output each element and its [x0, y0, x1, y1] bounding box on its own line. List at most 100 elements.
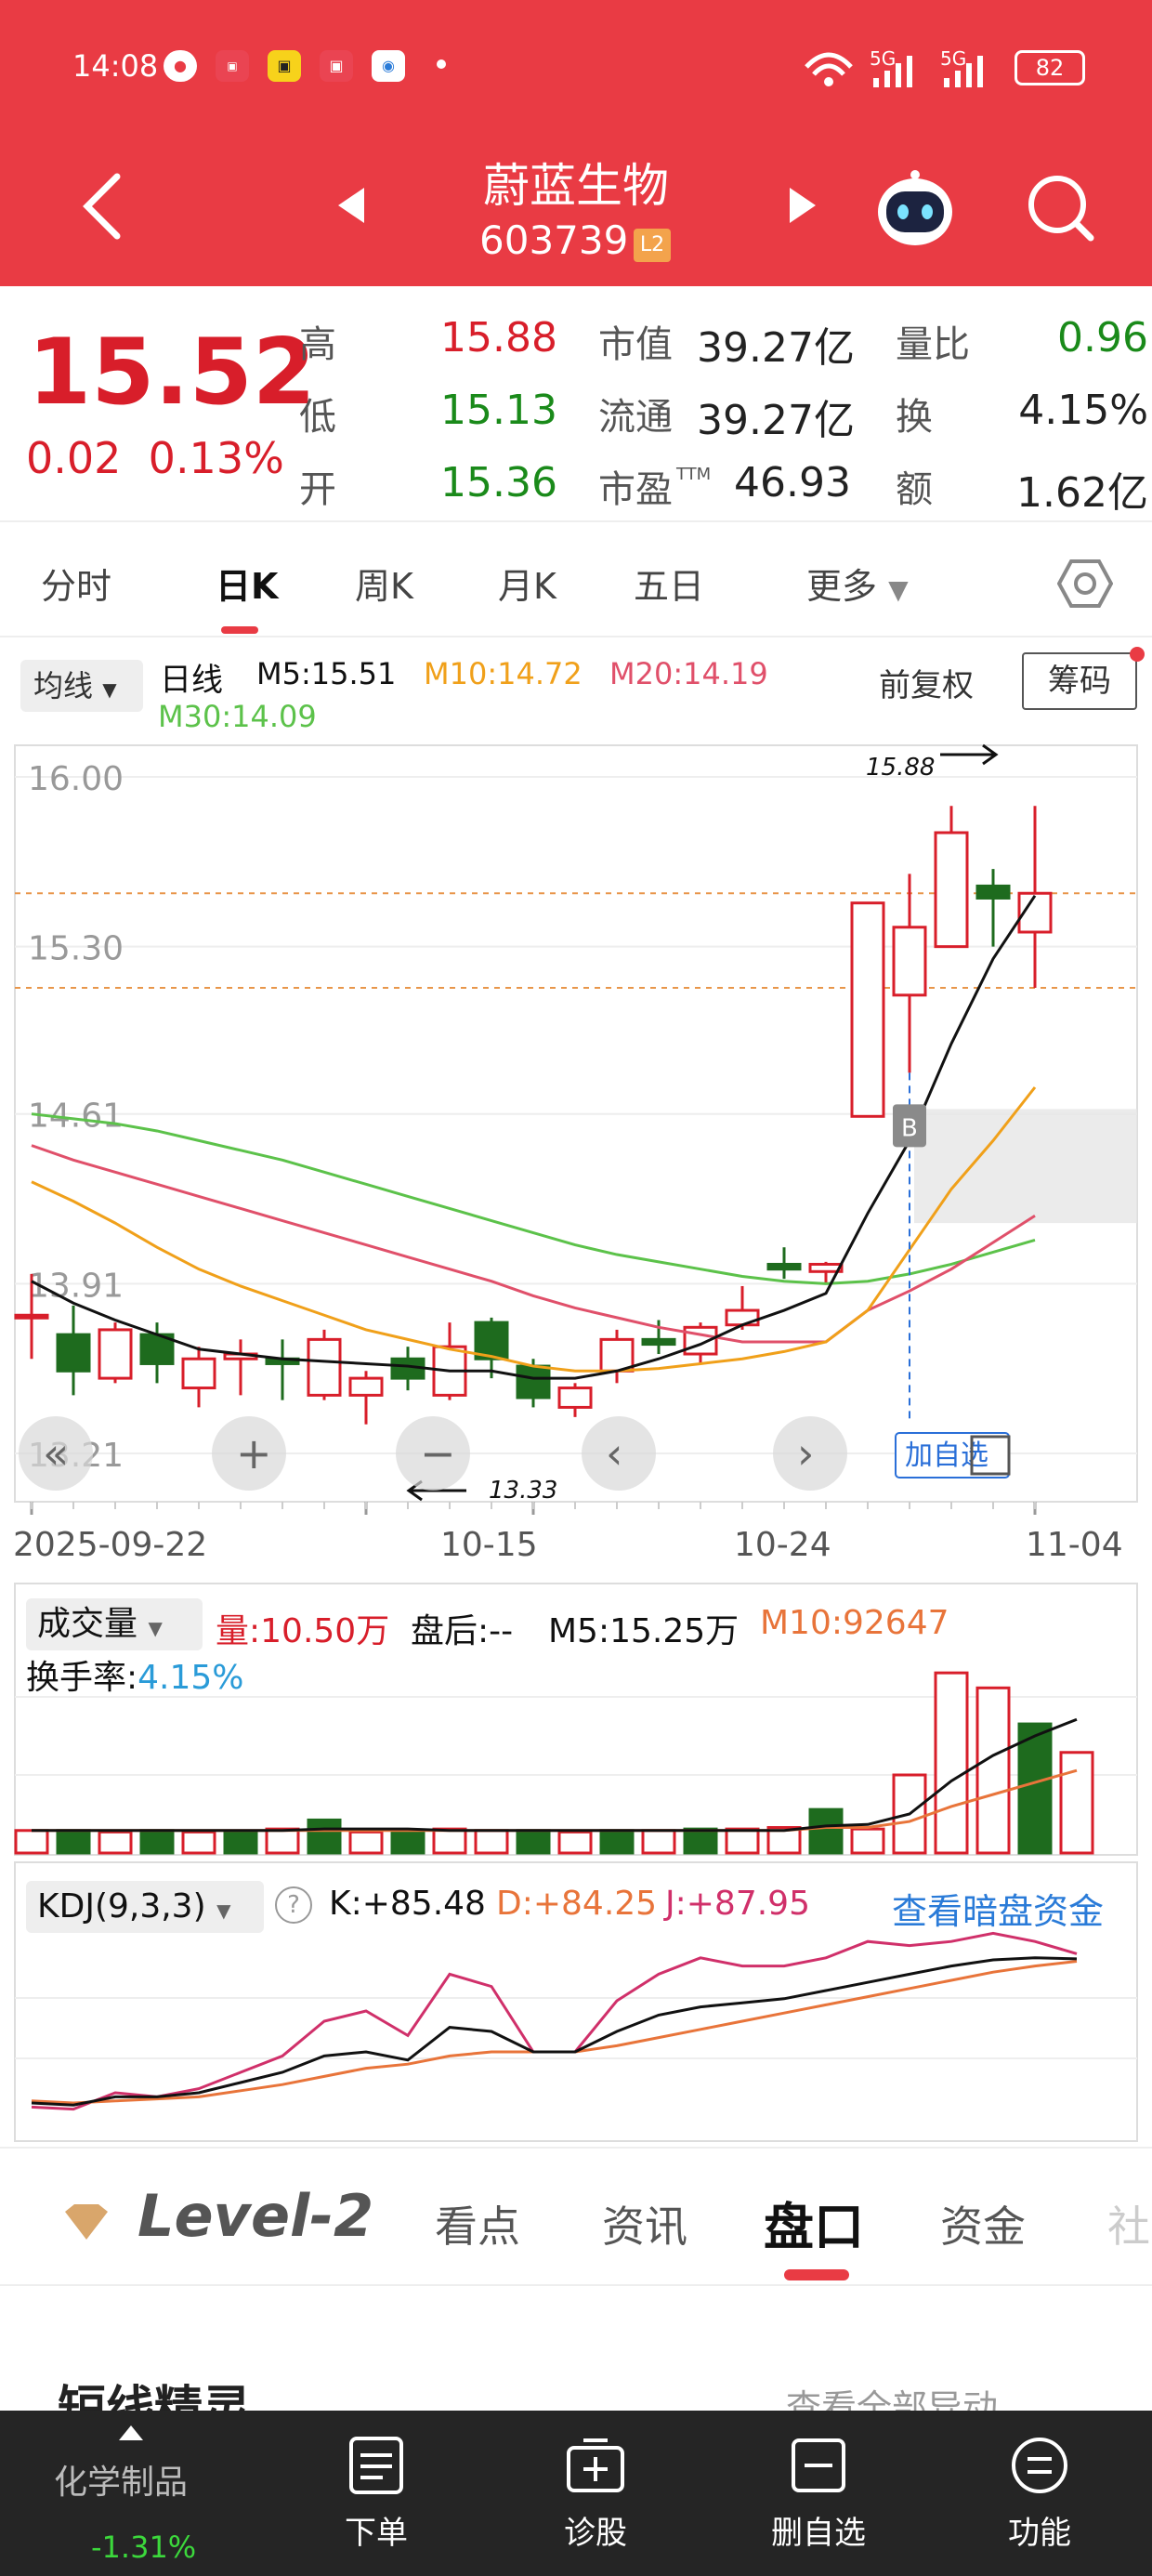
tab-highlights[interactable]: 看点 [435, 2193, 520, 2254]
tab-weekly-k[interactable]: 周K [355, 558, 413, 609]
volume-chart[interactable] [0, 1580, 1152, 1859]
volume-bar [307, 1818, 342, 1855]
volume-ratio-value: 0.96 [1057, 314, 1148, 361]
tab-five-day[interactable]: 五日 [634, 558, 704, 609]
float-value: 39.27亿 [697, 397, 855, 444]
volume-frame [14, 1583, 1138, 1856]
candle [850, 901, 885, 1118]
tab-funds[interactable]: 资金 [940, 2193, 1026, 2254]
volume-bar [432, 1827, 467, 1855]
kdj-chart[interactable] [0, 1859, 1152, 2147]
volume-bar [808, 1807, 844, 1855]
remove-watchlist-button[interactable]: 删自选 [744, 2507, 893, 2553]
y-tick-label: 16.00 [28, 760, 124, 798]
volume-bar [850, 1827, 885, 1855]
ma20-value: M20:14.19 [609, 656, 768, 691]
high-label: 高 [299, 323, 336, 366]
zoom-in-icon[interactable]: + [236, 1428, 272, 1479]
pe-value: 46.93 [734, 459, 851, 506]
float-label: 流通 [598, 396, 673, 439]
volume-ratio-label: 量比 [896, 323, 970, 366]
open-value: 15.36 [440, 459, 557, 506]
x-tick-label: 11-04 [1026, 1526, 1123, 1564]
adjust-selector[interactable]: 前复权 [879, 660, 974, 705]
ma30-value: M30:14.09 [158, 699, 317, 734]
candle [348, 1376, 384, 1397]
search-icon[interactable] [1024, 171, 1098, 245]
diagnose-icon[interactable] [565, 2435, 626, 2496]
remove-watchlist-icon[interactable] [788, 2435, 849, 2496]
change-value: 0.02 [26, 433, 122, 483]
change-percent: 0.13% [148, 433, 284, 483]
candle [14, 1313, 49, 1320]
diagnose-button[interactable]: 诊股 [521, 2507, 670, 2553]
l2-badge: L2 [634, 229, 671, 262]
tab-intraday[interactable]: 分时 [41, 558, 111, 609]
level2-label: Level-2 [137, 2182, 374, 2250]
wechat-icon: ● [164, 50, 197, 82]
tmall-icon: ▣ [320, 50, 353, 82]
chip-button[interactable]: 筹码 [1022, 652, 1137, 710]
section-link[interactable]: 查看全部异动 [786, 2379, 998, 2411]
robot-assistant-icon[interactable] [873, 167, 957, 251]
order-icon[interactable] [346, 2435, 407, 2496]
amount-label: 额 [896, 468, 933, 511]
volume-bar [1017, 1722, 1053, 1855]
stock-name: 蔚蓝生物 [483, 159, 669, 213]
volume-bar [934, 1671, 969, 1855]
ma-selector[interactable]: 均线 ▼ [20, 660, 143, 712]
candle [975, 884, 1011, 900]
zoom-out-icon[interactable]: − [420, 1428, 456, 1479]
current-price: 15.52 [28, 320, 316, 426]
scroll-left-icon[interactable]: ‹ [606, 1428, 622, 1479]
volume-bar [181, 1830, 216, 1855]
volume-bar [98, 1830, 133, 1855]
function-icon[interactable] [1009, 2435, 1070, 2496]
x-tick-label: 10-15 [440, 1526, 538, 1564]
map-icon: ◉ [372, 50, 405, 82]
y-tick-label: 15.30 [28, 930, 124, 968]
tab-more[interactable]: 更多 ▼ [806, 558, 909, 609]
ma20-line [31, 1144, 1036, 1344]
mktcap-value: 39.27亿 [697, 324, 855, 372]
chevron-down-icon: ▼ [102, 678, 117, 701]
active-tab-indicator [784, 2269, 849, 2280]
tab-news[interactable]: 资讯 [602, 2193, 687, 2254]
volume-bar [599, 1829, 635, 1855]
sector-name[interactable]: 化学制品 [54, 2455, 188, 2504]
volume-bar [223, 1830, 258, 1855]
amount-value: 1.62亿 [1016, 469, 1148, 517]
volume-bar [1059, 1751, 1094, 1855]
price-change: 0.02 0.13% [26, 433, 284, 483]
zoom-reset-icon[interactable]: « [43, 1428, 69, 1479]
scroll-right-icon[interactable]: › [797, 1428, 814, 1479]
volume-bar [474, 1829, 509, 1855]
kline-chart[interactable]: 16.0015.3014.6113.9113.21B15.8813.33«+−‹… [0, 734, 1152, 1571]
highlight-zone [914, 1109, 1137, 1224]
ma5-value: M5:15.51 [256, 656, 397, 691]
settings-icon[interactable] [1057, 556, 1113, 611]
tab-community[interactable]: 社 [1107, 2193, 1150, 2254]
x-tick-label: 2025-09-22 [13, 1526, 207, 1564]
candle [641, 1337, 676, 1347]
battery-level: 82 [1035, 55, 1065, 81]
turnover-value: 4.15% [1018, 387, 1148, 434]
period-label: 日线 [160, 662, 223, 699]
high-annotation: 15.88 [866, 754, 935, 782]
chevron-up-icon[interactable] [117, 2422, 145, 2442]
tab-orderbook[interactable]: 盘口 [764, 2186, 864, 2259]
tab-daily-k[interactable]: 日K [216, 558, 278, 609]
volume-bar [725, 1827, 760, 1855]
mktcap-label: 市值 [598, 323, 673, 366]
app-icon: ▣ [216, 50, 249, 82]
low-label: 低 [299, 396, 336, 439]
x-tick-label: 10-24 [734, 1526, 831, 1564]
diamond-icon [65, 2204, 108, 2240]
tab-monthly-k[interactable]: 月K [498, 558, 556, 609]
candle [599, 1337, 635, 1373]
pe-ttm: TTM [676, 465, 712, 484]
function-button[interactable]: 功能 [965, 2507, 1114, 2553]
next-stock-icon[interactable] [786, 184, 819, 227]
add-watch-label: 加自选 [905, 1439, 988, 1472]
order-button[interactable]: 下单 [302, 2507, 451, 2553]
